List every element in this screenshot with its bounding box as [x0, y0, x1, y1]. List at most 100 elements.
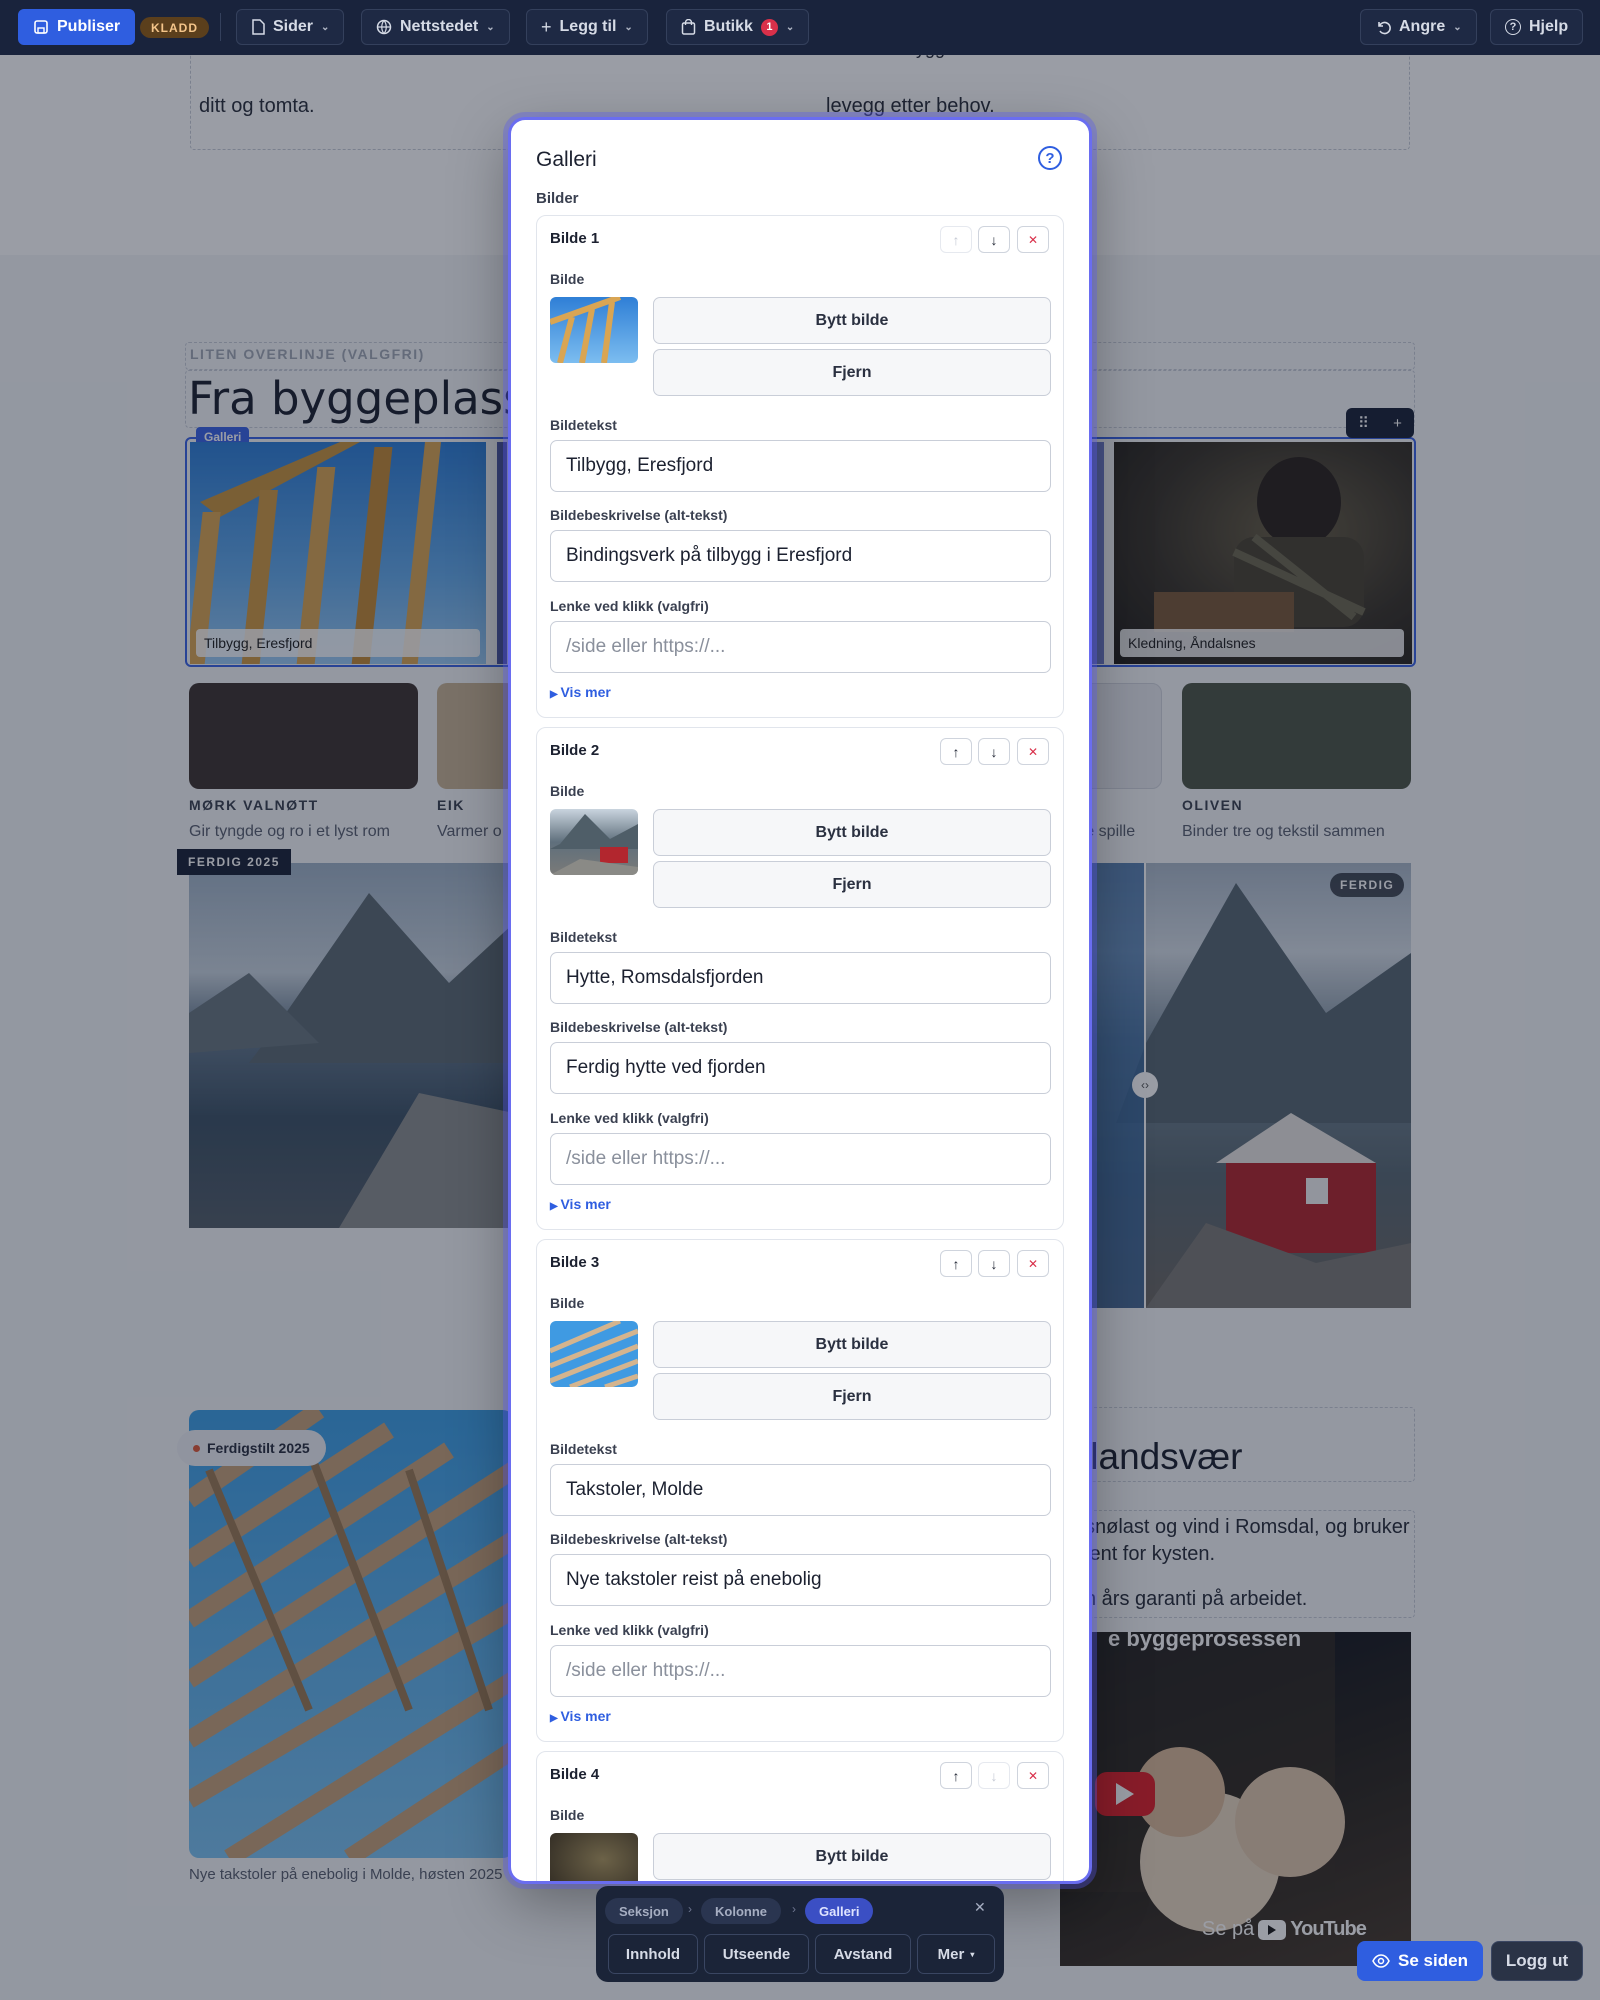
- delete-image-button[interactable]: ✕: [1017, 738, 1049, 765]
- replace-image-button[interactable]: Bytt bilde: [653, 1833, 1051, 1880]
- publish-button[interactable]: Publiser: [18, 9, 136, 45]
- breadcrumb-gallery[interactable]: Galleri: [805, 1898, 874, 1924]
- link-input[interactable]: /side eller https://...: [550, 621, 1051, 673]
- globe-icon: [376, 19, 392, 35]
- chevron-down-icon: ⌄: [486, 21, 495, 33]
- caption-input[interactable]: Hytte, Romsdalsfjorden: [550, 952, 1051, 1004]
- image-card-3: Bilde 3 ↑ ↓ ✕ Bilde Bytt bilde Fjern Bil…: [536, 1239, 1064, 1742]
- caption-input[interactable]: Tilbygg, Eresfjord: [550, 440, 1051, 492]
- save-icon: [34, 20, 48, 34]
- draft-badge: KLADD: [140, 17, 209, 38]
- chevron-down-icon: ⌄: [321, 21, 330, 33]
- view-site-label: Se siden: [1398, 1951, 1468, 1970]
- link-label: Lenke ved klikk (valgfri): [550, 1622, 709, 1638]
- close-icon: ✕: [1027, 1768, 1039, 1783]
- more-label: Mer: [937, 1945, 965, 1963]
- more-menu-button[interactable]: Mer ▾: [917, 1934, 995, 1974]
- remove-image-button[interactable]: Fjern: [653, 1373, 1051, 1420]
- link-input[interactable]: /side eller https://...: [550, 1133, 1051, 1185]
- show-more-toggle[interactable]: ▶ Vis mer: [550, 1196, 611, 1212]
- undo-label: Angre: [1399, 18, 1446, 35]
- chevron-right-icon: ›: [688, 1902, 692, 1916]
- image-field-label: Bilde: [550, 783, 585, 799]
- move-up-button[interactable]: ↑: [940, 738, 972, 765]
- link-label: Lenke ved klikk (valgfri): [550, 1110, 709, 1126]
- breadcrumb-column[interactable]: Kolonne: [701, 1898, 781, 1924]
- move-down-button[interactable]: ↓: [978, 226, 1010, 253]
- tab-content[interactable]: Innhold: [608, 1934, 698, 1974]
- delete-image-button[interactable]: ✕: [1017, 1762, 1049, 1789]
- help-button[interactable]: ? Hjelp: [1490, 9, 1584, 45]
- eye-icon: [1372, 1954, 1390, 1968]
- caption-input[interactable]: Takstoler, Molde: [550, 1464, 1051, 1516]
- remove-image-button[interactable]: Fjern: [653, 349, 1051, 396]
- add-label: Legg til: [559, 18, 617, 35]
- triangle-right-icon: ▶: [550, 1201, 561, 1212]
- alt-text-label: Bildebeskrivelse (alt-tekst): [550, 1531, 728, 1547]
- arrow-down-icon: ↓: [990, 743, 998, 760]
- publish-label: Publiser: [57, 18, 121, 35]
- move-down-button[interactable]: ↓: [978, 1250, 1010, 1277]
- triangle-right-icon: ▶: [550, 689, 561, 700]
- gallery-editor-dialog: Galleri ? Bilder Bilde 1 ↑ ↓ ✕ Bilde Byt…: [511, 120, 1089, 1881]
- show-more-toggle[interactable]: ▶ Vis mer: [550, 1708, 611, 1724]
- help-label: Hjelp: [1529, 18, 1569, 35]
- remove-image-button[interactable]: Fjern: [653, 861, 1051, 908]
- arrow-up-icon: ↑: [952, 1767, 960, 1784]
- undo-button[interactable]: Angre ⌄: [1360, 9, 1477, 45]
- replace-image-button[interactable]: Bytt bilde: [653, 1321, 1051, 1368]
- image-card-2: Bilde 2 ↑ ↓ ✕ Bilde Bytt bilde Fjern Bil…: [536, 727, 1064, 1230]
- alt-text-input[interactable]: Ferdig hytte ved fjorden: [550, 1042, 1051, 1094]
- logout-button[interactable]: Logg ut: [1491, 1941, 1583, 1981]
- caption-label: Bildetekst: [550, 929, 617, 945]
- link-label: Lenke ved klikk (valgfri): [550, 598, 709, 614]
- close-icon[interactable]: ✕: [974, 1899, 986, 1916]
- tab-spacing[interactable]: Avstand: [815, 1934, 911, 1974]
- arrow-up-icon: ↑: [952, 743, 960, 760]
- show-more-toggle[interactable]: ▶ Vis mer: [550, 684, 611, 700]
- top-toolbar: Publiser KLADD Sider ⌄ Nettstedet ⌄ + Le…: [0, 0, 1600, 55]
- alt-text-input[interactable]: Nye takstoler reist på enebolig: [550, 1554, 1051, 1606]
- delete-image-button[interactable]: ✕: [1017, 226, 1049, 253]
- website-label: Nettstedet: [400, 18, 479, 35]
- arrow-up-icon: ↑: [952, 1255, 960, 1272]
- replace-image-button[interactable]: Bytt bilde: [653, 297, 1051, 344]
- move-up-button[interactable]: ↑: [940, 1250, 972, 1277]
- image-card-4: Bilde 4 ↑ ↓ ✕ Bilde Bytt bilde: [536, 1751, 1064, 1881]
- image-card-title: Bilde 3: [550, 1254, 600, 1271]
- link-input[interactable]: /side eller https://...: [550, 1645, 1051, 1697]
- delete-image-button[interactable]: ✕: [1017, 1250, 1049, 1277]
- alt-text-label: Bildebeskrivelse (alt-tekst): [550, 1019, 728, 1035]
- website-menu-button[interactable]: Nettstedet ⌄: [361, 9, 510, 45]
- arrow-up-icon: ↑: [952, 231, 960, 248]
- pages-menu-button[interactable]: Sider ⌄: [236, 9, 345, 45]
- move-down-button[interactable]: ↓: [978, 738, 1010, 765]
- wood-frame-thumb: [550, 297, 622, 363]
- move-up-button[interactable]: ↑: [940, 1762, 972, 1789]
- alt-text-input[interactable]: Bindingsverk på tilbygg i Eresfjord: [550, 530, 1051, 582]
- breadcrumb-section[interactable]: Seksjon: [605, 1898, 683, 1924]
- trusses-thumb: [550, 1321, 638, 1387]
- image-card-1: Bilde 1 ↑ ↓ ✕ Bilde Bytt bilde Fjern Bil…: [536, 215, 1064, 718]
- move-up-button[interactable]: ↑: [940, 226, 972, 253]
- view-site-button[interactable]: Se siden: [1357, 1941, 1483, 1981]
- replace-image-button[interactable]: Bytt bilde: [653, 809, 1051, 856]
- caption-label: Bildetekst: [550, 417, 617, 433]
- tab-appearance[interactable]: Utseende: [704, 1934, 809, 1974]
- image-card-title: Bilde 4: [550, 1766, 600, 1783]
- red-cabin-thumb: [550, 814, 638, 875]
- arrow-down-icon: ↓: [990, 1255, 998, 1272]
- page-icon: [252, 19, 265, 35]
- caret-down-icon: ▾: [970, 1949, 975, 1959]
- alt-text-label: Bildebeskrivelse (alt-tekst): [550, 507, 728, 523]
- chevron-down-icon: ⌄: [1453, 21, 1462, 33]
- help-circle-icon[interactable]: ?: [1038, 146, 1062, 170]
- image-card-title: Bilde 2: [550, 742, 600, 759]
- move-down-button[interactable]: ↓: [978, 1762, 1010, 1789]
- close-icon: ✕: [1027, 1256, 1039, 1271]
- triangle-right-icon: ▶: [550, 1713, 561, 1724]
- close-icon: ✕: [1027, 232, 1039, 247]
- shopping-bag-icon: [681, 19, 696, 35]
- add-menu-button[interactable]: + Legg til ⌄: [526, 9, 648, 45]
- shop-menu-button[interactable]: Butikk 1 ⌄: [666, 9, 810, 45]
